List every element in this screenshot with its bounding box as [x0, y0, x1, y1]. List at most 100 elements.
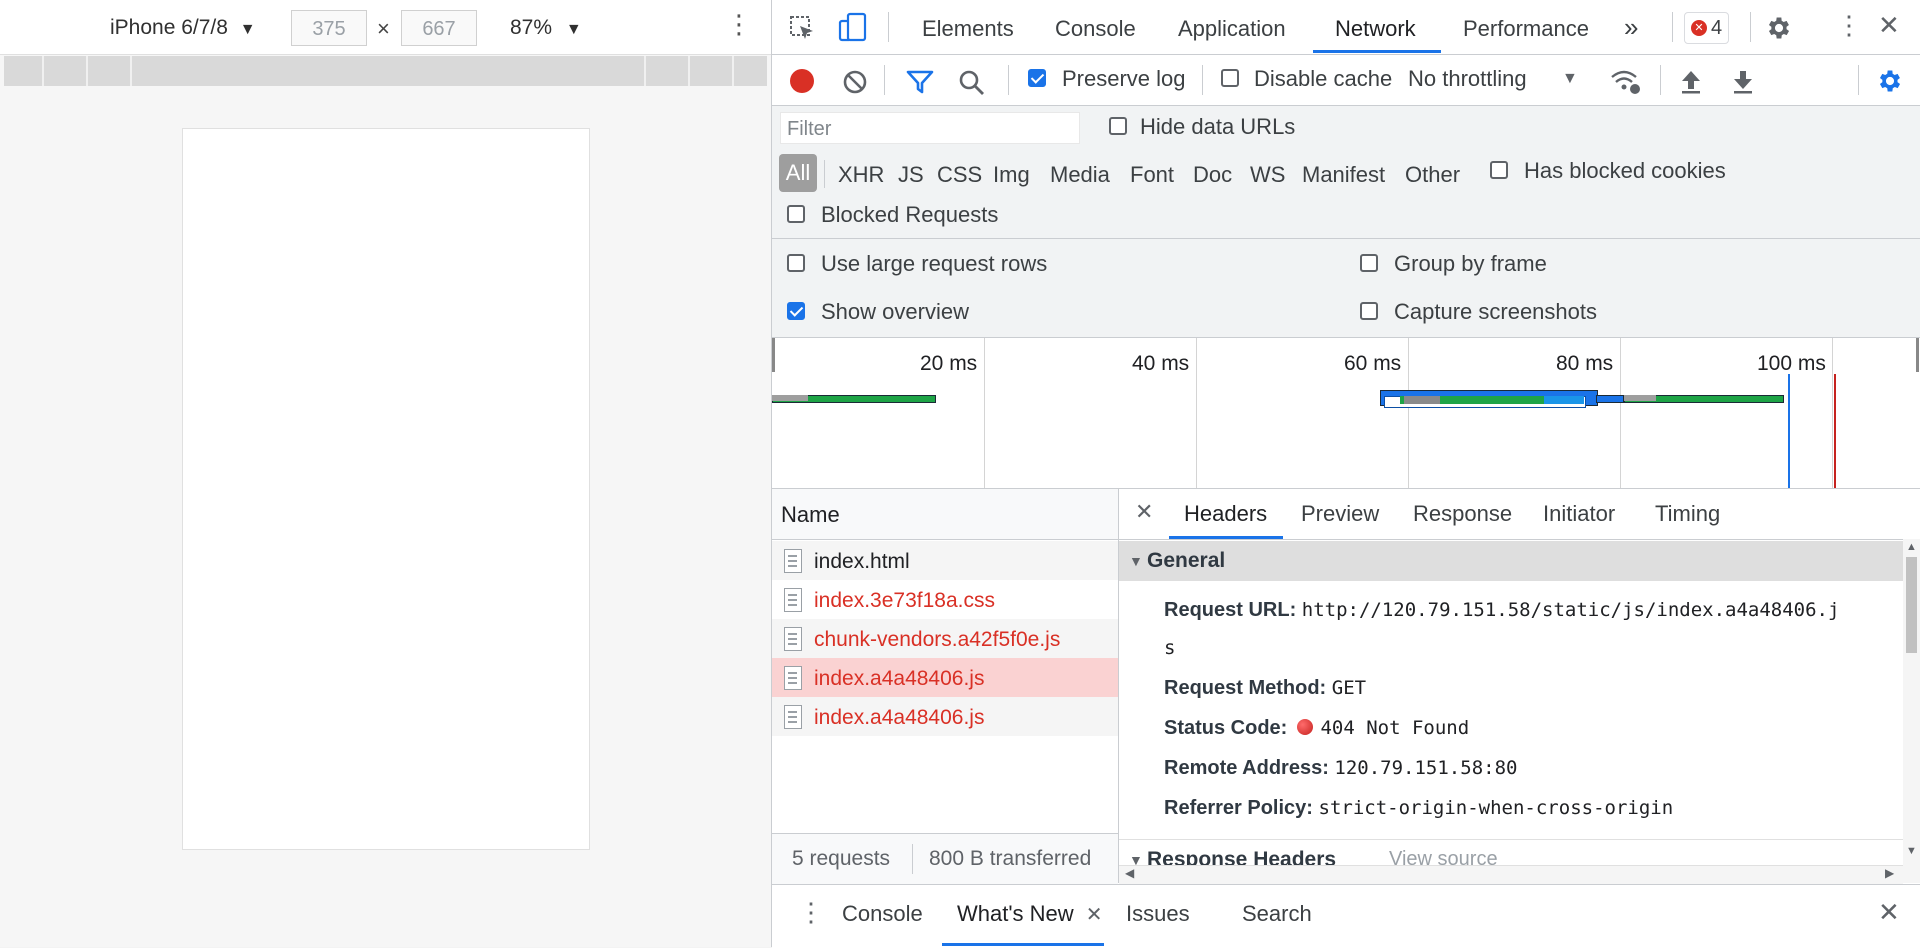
network-settings-gear-icon[interactable] — [1876, 67, 1904, 95]
vertical-scrollbar[interactable]: ▲ ▼ — [1903, 539, 1920, 883]
zoom-select[interactable]: 87% ▼ — [510, 16, 582, 40]
request-row[interactable]: index.html — [772, 541, 1118, 580]
scroll-left-icon[interactable]: ◀ — [1125, 866, 1134, 880]
horizontal-scrollbar[interactable]: ◀ ▶ — [1119, 865, 1903, 884]
more-tabs-icon[interactable]: » — [1624, 12, 1638, 43]
filter-type-doc[interactable]: Doc — [1193, 162, 1232, 188]
throttling-select[interactable]: No throttling ▼ — [1408, 66, 1578, 92]
blocked-requests-checkbox[interactable] — [787, 205, 805, 223]
document-icon — [784, 705, 802, 729]
filter-type-img[interactable]: Img — [993, 162, 1030, 188]
tab-elements[interactable]: Elements — [922, 16, 1014, 42]
has-blocked-cookies-checkbox[interactable] — [1490, 161, 1508, 179]
filter-type-js[interactable]: JS — [898, 162, 924, 188]
drawer-menu-icon[interactable]: ⋮ — [798, 897, 824, 928]
clear-icon[interactable] — [842, 69, 868, 95]
request-row[interactable]: index.3e73f18a.css — [772, 580, 1118, 619]
device-viewport[interactable] — [182, 128, 590, 850]
disable-cache-checkbox[interactable] — [1221, 69, 1239, 87]
preserve-log-checkbox[interactable] — [1028, 69, 1046, 87]
name-column-label: Name — [781, 502, 840, 527]
ruler-segment[interactable] — [690, 56, 734, 86]
width-input[interactable]: 375 — [291, 10, 367, 46]
filter-type-xhr[interactable]: XHR — [838, 162, 884, 188]
import-har-icon[interactable] — [1678, 67, 1704, 95]
header-referrer-policy[interactable]: Referrer Policy: strict-origin-when-cros… — [1164, 797, 1673, 820]
ruler-segment[interactable] — [44, 56, 88, 86]
show-overview-checkbox[interactable] — [787, 302, 805, 320]
tab-initiator[interactable]: Initiator — [1543, 501, 1615, 527]
summary-bar: 5 requests 800 B transferred — [772, 833, 1118, 884]
tab-preview[interactable]: Preview — [1301, 501, 1379, 527]
toolbar-divider — [888, 12, 889, 42]
preserve-log-label: Preserve log — [1062, 66, 1186, 91]
scroll-right-icon[interactable]: ▶ — [1885, 866, 1894, 880]
header-request-method[interactable]: Request Method: GET — [1164, 677, 1366, 700]
tab-timing[interactable]: Timing — [1655, 501, 1720, 527]
hide-data-urls-checkbox[interactable] — [1109, 117, 1127, 135]
header-status-code[interactable]: Status Code: 404 Not Found — [1164, 717, 1469, 740]
height-input[interactable]: 667 — [401, 10, 477, 46]
ruler-segment[interactable] — [88, 56, 132, 86]
device-select[interactable]: iPhone 6/7/8 ▼ — [110, 16, 256, 40]
close-icon[interactable]: ✕ — [1135, 499, 1153, 525]
tab-network[interactable]: Network — [1335, 16, 1416, 42]
close-icon[interactable]: ✕ — [1086, 904, 1103, 926]
network-overview[interactable]: 20 ms 40 ms 60 ms 80 ms 100 ms — [772, 338, 1920, 489]
close-icon[interactable]: ✕ — [1878, 897, 1900, 928]
overview-right-handle[interactable] — [1916, 338, 1919, 372]
tab-console[interactable]: Console — [1055, 16, 1136, 42]
filter-type-manifest[interactable]: Manifest — [1302, 162, 1385, 188]
ruler-segment[interactable] — [646, 56, 690, 86]
request-row[interactable]: chunk-vendors.a42f5f0e.js — [772, 619, 1118, 658]
device-toolbar-icon[interactable] — [838, 12, 868, 44]
waterfall-bar-wait — [1624, 395, 1656, 401]
filter-type-ws[interactable]: WS — [1250, 162, 1285, 188]
scroll-up-icon[interactable]: ▲ — [1906, 541, 1917, 553]
close-icon[interactable]: ✕ — [1878, 10, 1900, 41]
export-har-icon[interactable] — [1730, 67, 1756, 95]
header-request-url[interactable]: Request URL: http://120.79.151.58/static… — [1164, 599, 1839, 622]
error-counter-button[interactable]: ✕ 4 — [1684, 12, 1730, 44]
name-column-header[interactable]: Name — [772, 489, 1118, 540]
search-icon[interactable] — [958, 69, 986, 97]
scroll-down-icon[interactable]: ▼ — [1906, 845, 1917, 857]
filter-type-other[interactable]: Other — [1405, 162, 1460, 188]
filter-type-media[interactable]: Media — [1050, 162, 1110, 188]
ruler-segment[interactable] — [132, 56, 646, 86]
gear-icon[interactable] — [1765, 14, 1793, 42]
ruler-segment[interactable] — [4, 56, 44, 86]
more-options-icon[interactable]: ⋮ — [726, 10, 752, 40]
media-query-ruler[interactable] — [4, 56, 767, 86]
filter-icon[interactable] — [906, 69, 934, 95]
chevron-down-icon: ▼ — [1562, 70, 1578, 87]
filter-type-all[interactable]: All — [779, 154, 817, 192]
filter-input[interactable]: Filter — [780, 112, 1080, 144]
filter-type-font[interactable]: Font — [1130, 162, 1174, 188]
tab-performance[interactable]: Performance — [1463, 16, 1589, 42]
tick-label: 20 ms — [920, 352, 978, 375]
header-remote-address[interactable]: Remote Address: 120.79.151.58:80 — [1164, 757, 1517, 780]
scrollbar-thumb[interactable] — [1906, 557, 1917, 653]
tab-response[interactable]: Response — [1413, 501, 1512, 527]
large-rows-checkbox[interactable] — [787, 254, 805, 272]
general-section-header[interactable]: ▼ General — [1119, 541, 1903, 581]
drawer-tab-console[interactable]: Console — [842, 901, 923, 927]
network-conditions-icon[interactable] — [1610, 67, 1642, 97]
drawer-tab-search[interactable]: Search — [1242, 901, 1312, 927]
inspect-element-icon[interactable] — [788, 14, 816, 42]
group-by-frame-checkbox[interactable] — [1360, 254, 1378, 272]
tab-application[interactable]: Application — [1178, 16, 1286, 42]
overview-left-handle[interactable] — [772, 338, 775, 372]
customize-menu-icon[interactable]: ⋮ — [1836, 10, 1862, 41]
tab-headers[interactable]: Headers — [1184, 501, 1267, 527]
toolbar-divider — [1202, 65, 1203, 95]
request-row-selected[interactable]: index.a4a48406.js — [772, 658, 1118, 697]
filter-type-css[interactable]: CSS — [937, 162, 982, 188]
record-icon[interactable] — [790, 69, 814, 93]
drawer-tab-issues[interactable]: Issues — [1126, 901, 1190, 927]
response-headers-section[interactable]: ▼ Response Headers View source — [1119, 839, 1903, 868]
request-row[interactable]: index.a4a48406.js — [772, 697, 1118, 736]
capture-screenshots-checkbox[interactable] — [1360, 302, 1378, 320]
drawer-tab-whats-new[interactable]: What's New ✕ — [957, 901, 1103, 927]
